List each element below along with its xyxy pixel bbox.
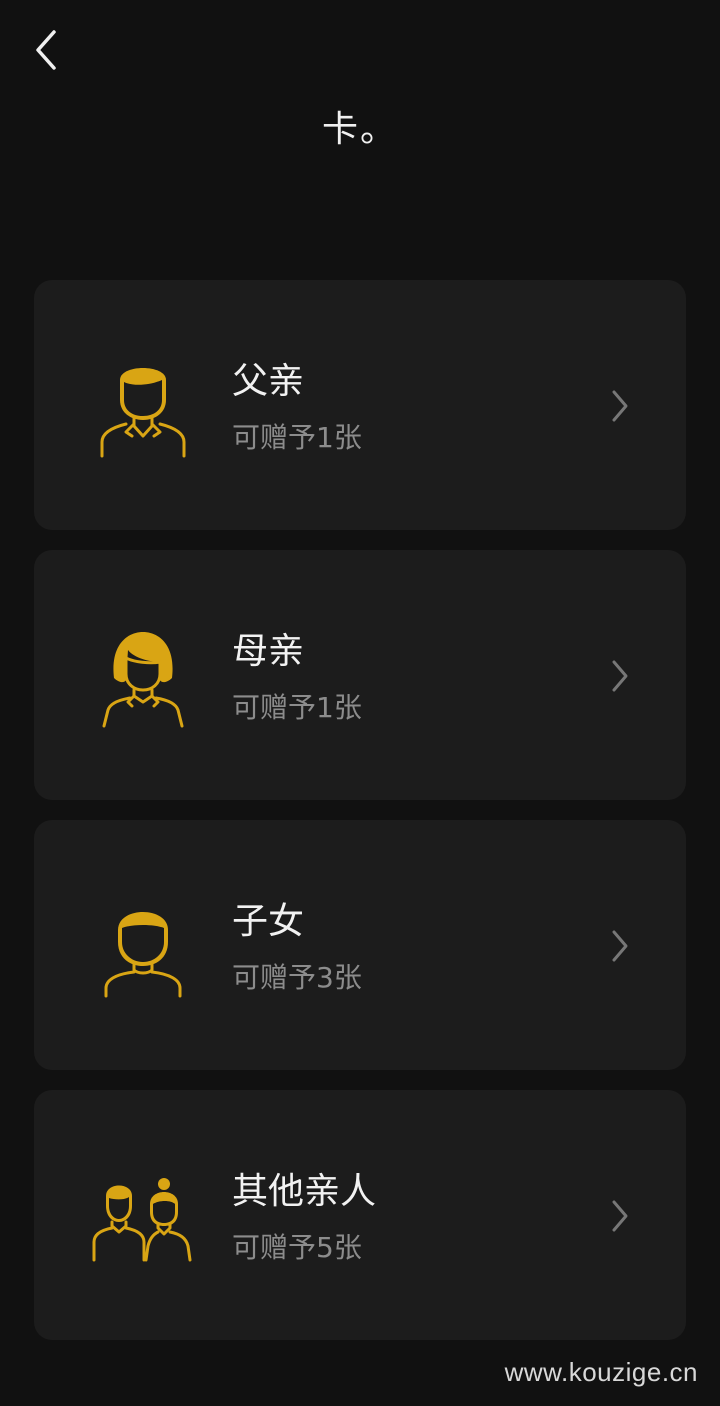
recipient-name: 其他亲人 <box>232 1171 377 1212</box>
relatives-icon <box>92 1178 192 1262</box>
avatar <box>88 1162 198 1272</box>
recipient-card-father[interactable]: 父亲 可赠予1张 <box>34 280 686 530</box>
chevron-right-icon <box>608 1196 632 1236</box>
recipient-quota: 可赠予1张 <box>232 421 362 454</box>
back-button[interactable] <box>22 22 70 78</box>
recipient-card-mother[interactable]: 母亲 可赠予1张 <box>34 550 686 800</box>
chevron-right-icon <box>608 656 632 696</box>
father-icon <box>100 368 186 458</box>
avatar <box>88 622 198 732</box>
recipient-name: 母亲 <box>232 631 305 672</box>
recipient-name: 父亲 <box>232 361 305 402</box>
recipient-quota: 可赠予3张 <box>232 961 362 994</box>
chevron-left-icon <box>36 30 56 70</box>
recipient-list: 父亲 可赠予1张 母亲 可赠予1张 子女 可赠予3张 其他亲人 可赠予5张 <box>34 280 686 1360</box>
mother-icon <box>102 632 184 728</box>
recipient-quota: 可赠予1张 <box>232 691 362 724</box>
avatar <box>88 352 198 462</box>
recipient-quota: 可赠予5张 <box>232 1231 362 1264</box>
recipient-name: 子女 <box>232 901 305 942</box>
chevron-right-icon <box>608 386 632 426</box>
avatar <box>88 892 198 1002</box>
chevron-right-icon <box>608 926 632 966</box>
watermark: www.kouzige.cn <box>504 1357 698 1387</box>
page-title: 卡。 <box>321 109 398 150</box>
recipient-card-child[interactable]: 子女 可赠予3张 <box>34 820 686 1070</box>
child-icon <box>104 912 182 998</box>
recipient-card-relatives[interactable]: 其他亲人 可赠予5张 <box>34 1090 686 1340</box>
